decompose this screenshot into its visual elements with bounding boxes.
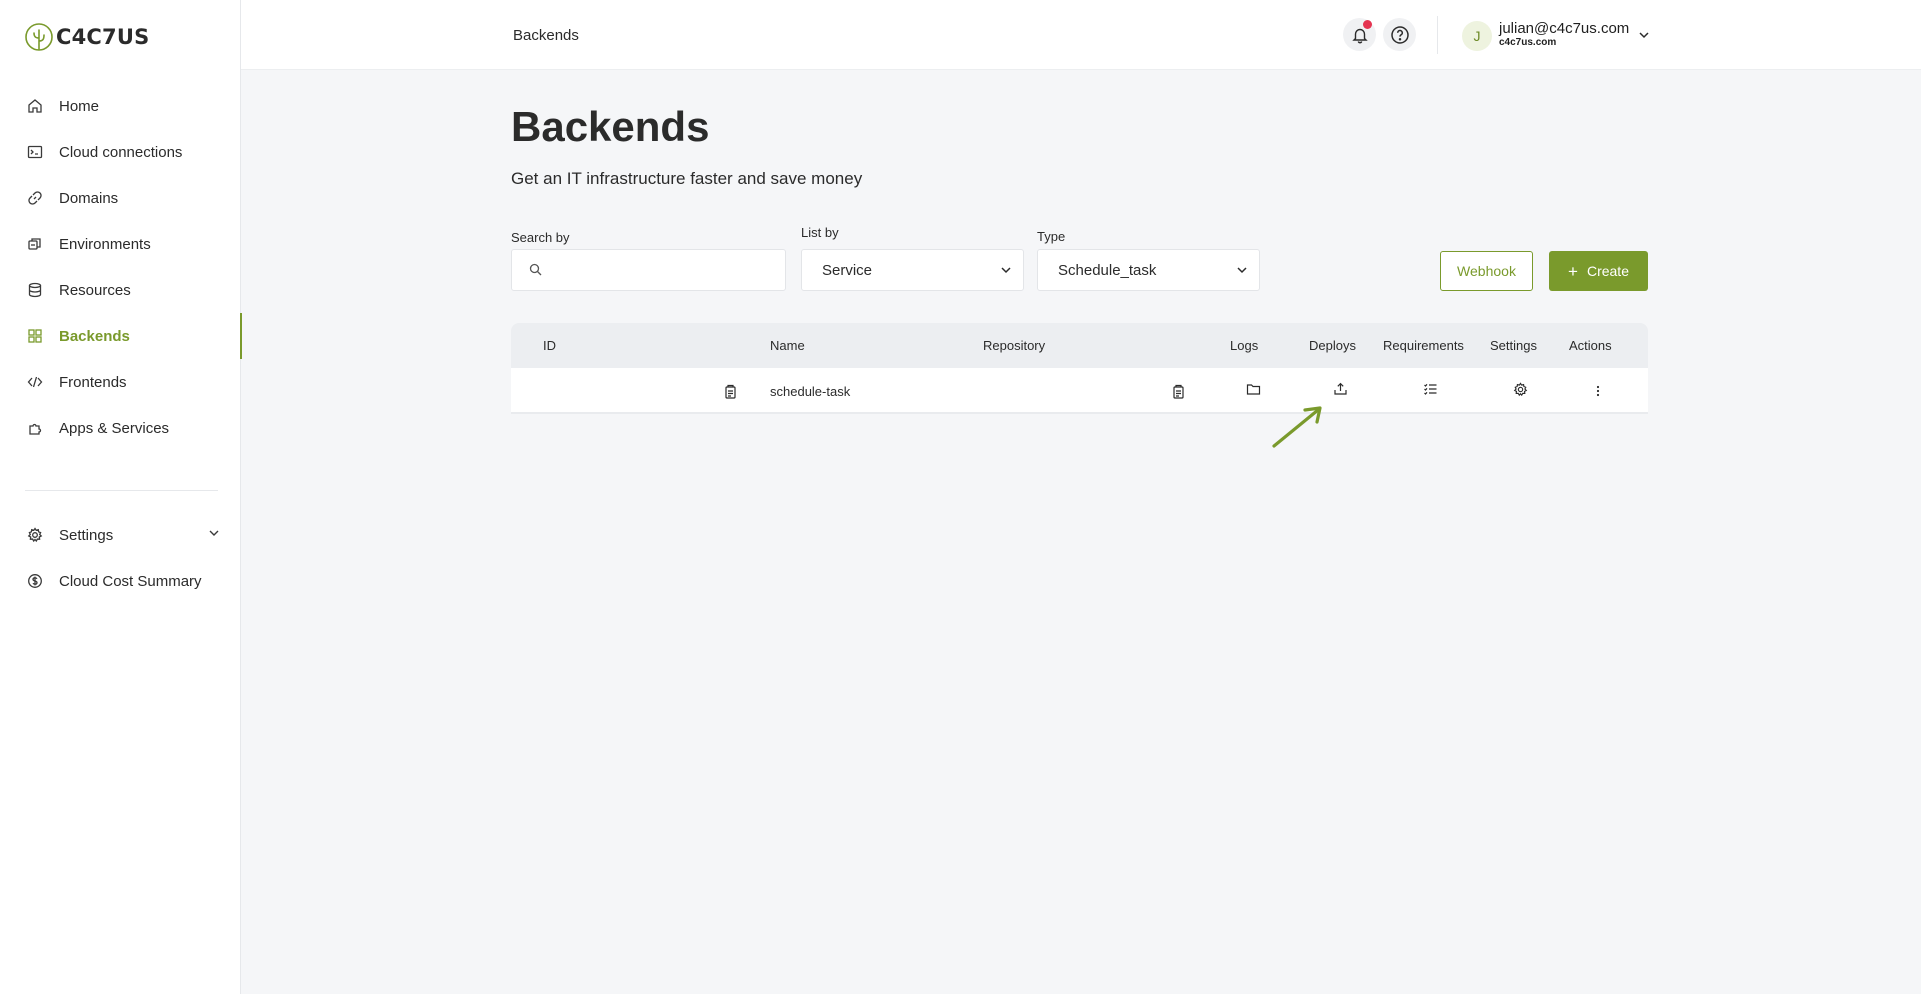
column-header-settings: Settings [1490, 338, 1537, 353]
pointer-arrow-icon [1272, 406, 1322, 448]
list-by-label: List by [801, 225, 839, 240]
database-icon [26, 281, 44, 299]
search-input[interactable] [550, 250, 780, 290]
puzzle-icon [26, 419, 44, 437]
environments-icon [26, 235, 44, 253]
sidebar-item-backends[interactable]: Backends [0, 313, 242, 359]
search-label: Search by [511, 230, 570, 245]
sidebar-item-label: Resources [59, 281, 131, 299]
grid-icon [26, 327, 44, 345]
brand-name: C4C7US [56, 25, 150, 49]
notifications-button[interactable] [1343, 18, 1376, 51]
copy-repository-icon[interactable] [1169, 382, 1187, 400]
sidebar-item-environments[interactable]: Environments [0, 221, 241, 267]
sidebar-item-label: Cloud connections [59, 143, 183, 161]
user-org: c4c7us.com [1499, 37, 1557, 48]
avatar[interactable]: J [1462, 21, 1492, 51]
sidebar-item-frontends[interactable]: Frontends [0, 359, 241, 405]
link-icon [26, 189, 44, 207]
notification-badge [1363, 20, 1372, 29]
sidebar-item-label: Backends [59, 327, 130, 345]
chevron-down-icon[interactable] [207, 526, 221, 545]
gear-icon[interactable] [1511, 380, 1529, 398]
folder-icon[interactable] [1244, 380, 1262, 398]
column-header-deploys: Deploys [1309, 338, 1356, 353]
sidebar-item-domains[interactable]: Domains [0, 175, 241, 221]
sidebar-divider [25, 490, 218, 491]
sidebar-item-resources[interactable]: Resources [0, 267, 241, 313]
sidebar-item-home[interactable]: Home [0, 83, 241, 129]
row-name: schedule-task [770, 384, 851, 399]
table-row[interactable]: schedule-task [511, 368, 1648, 414]
more-vertical-icon[interactable] [1589, 382, 1607, 400]
sidebar-nav: Home Cloud connections Domains Environme… [0, 83, 242, 451]
sidebar-item-label: Home [59, 97, 100, 115]
table-header: ID Name Repository Logs Deploys Requirem… [511, 323, 1648, 368]
sidebar-item-cloud-connections[interactable]: Cloud connections [0, 129, 241, 175]
cactus-logo-icon [25, 23, 53, 51]
sidebar-bottom-nav: Settings Cloud Cost Summary [0, 512, 241, 604]
backends-table: ID Name Repository Logs Deploys Requirem… [511, 323, 1648, 419]
sidebar-item-label: Cloud Cost Summary [59, 572, 202, 590]
brand-logo[interactable]: C4C7US [24, 22, 149, 52]
top-header: Backends J julian@c4c7us.com c4c7us.com [241, 0, 1921, 70]
sidebar-item-apps-services[interactable]: Apps & Services [0, 405, 241, 451]
copy-id-icon[interactable] [721, 382, 739, 400]
sidebar-item-cloud-cost-summary[interactable]: Cloud Cost Summary [0, 558, 241, 604]
column-header-logs: Logs [1230, 338, 1259, 353]
column-header-requirements: Requirements [1383, 338, 1464, 353]
chevron-down-icon [1235, 263, 1249, 282]
sidebar-item-label: Apps & Services [59, 419, 170, 437]
create-button[interactable]: + Create [1549, 251, 1648, 291]
type-select[interactable]: Schedule_task [1037, 249, 1260, 291]
list-by-value: Service [822, 262, 873, 279]
home-icon [26, 97, 44, 115]
search-icon [529, 263, 542, 281]
sidebar-item-label: Frontends [59, 373, 127, 391]
upload-icon[interactable] [1331, 380, 1349, 398]
terminal-icon [26, 143, 44, 161]
column-header-actions: Actions [1569, 338, 1612, 353]
sidebar-item-label: Domains [59, 189, 119, 207]
header-divider [1437, 16, 1438, 54]
webhook-button-label: Webhook [1457, 263, 1516, 279]
page-subtitle: Get an IT infrastructure faster and save… [511, 169, 863, 188]
page-title: Backends [511, 103, 710, 150]
app-root: C4C7US Home Cloud connections Domains En… [0, 0, 1921, 994]
breadcrumb: Backends [513, 27, 579, 44]
sidebar-item-settings[interactable]: Settings [0, 512, 241, 558]
column-header-id: ID [543, 338, 556, 353]
chevron-down-icon[interactable] [1637, 28, 1651, 47]
type-label: Type [1037, 229, 1066, 244]
help-icon [1390, 25, 1410, 45]
type-value: Schedule_task [1058, 262, 1157, 279]
column-header-name: Name [770, 338, 805, 353]
dollar-icon [26, 572, 44, 590]
sidebar-item-label: Settings [59, 526, 114, 544]
search-field[interactable] [511, 249, 786, 291]
code-icon [26, 373, 44, 391]
list-by-select[interactable]: Service [801, 249, 1024, 291]
create-button-label: Create [1586, 263, 1629, 279]
help-button[interactable] [1383, 18, 1416, 51]
sidebar: C4C7US Home Cloud connections Domains En… [0, 0, 242, 994]
gear-icon [26, 526, 44, 544]
sidebar-item-label: Environments [59, 235, 151, 253]
column-header-repository: Repository [983, 338, 1046, 353]
chevron-down-icon [999, 263, 1013, 282]
checklist-icon[interactable] [1421, 380, 1439, 398]
plus-icon: + [1568, 261, 1578, 281]
webhook-button[interactable]: Webhook [1440, 251, 1533, 291]
user-email: julian@c4c7us.com [1499, 20, 1630, 37]
